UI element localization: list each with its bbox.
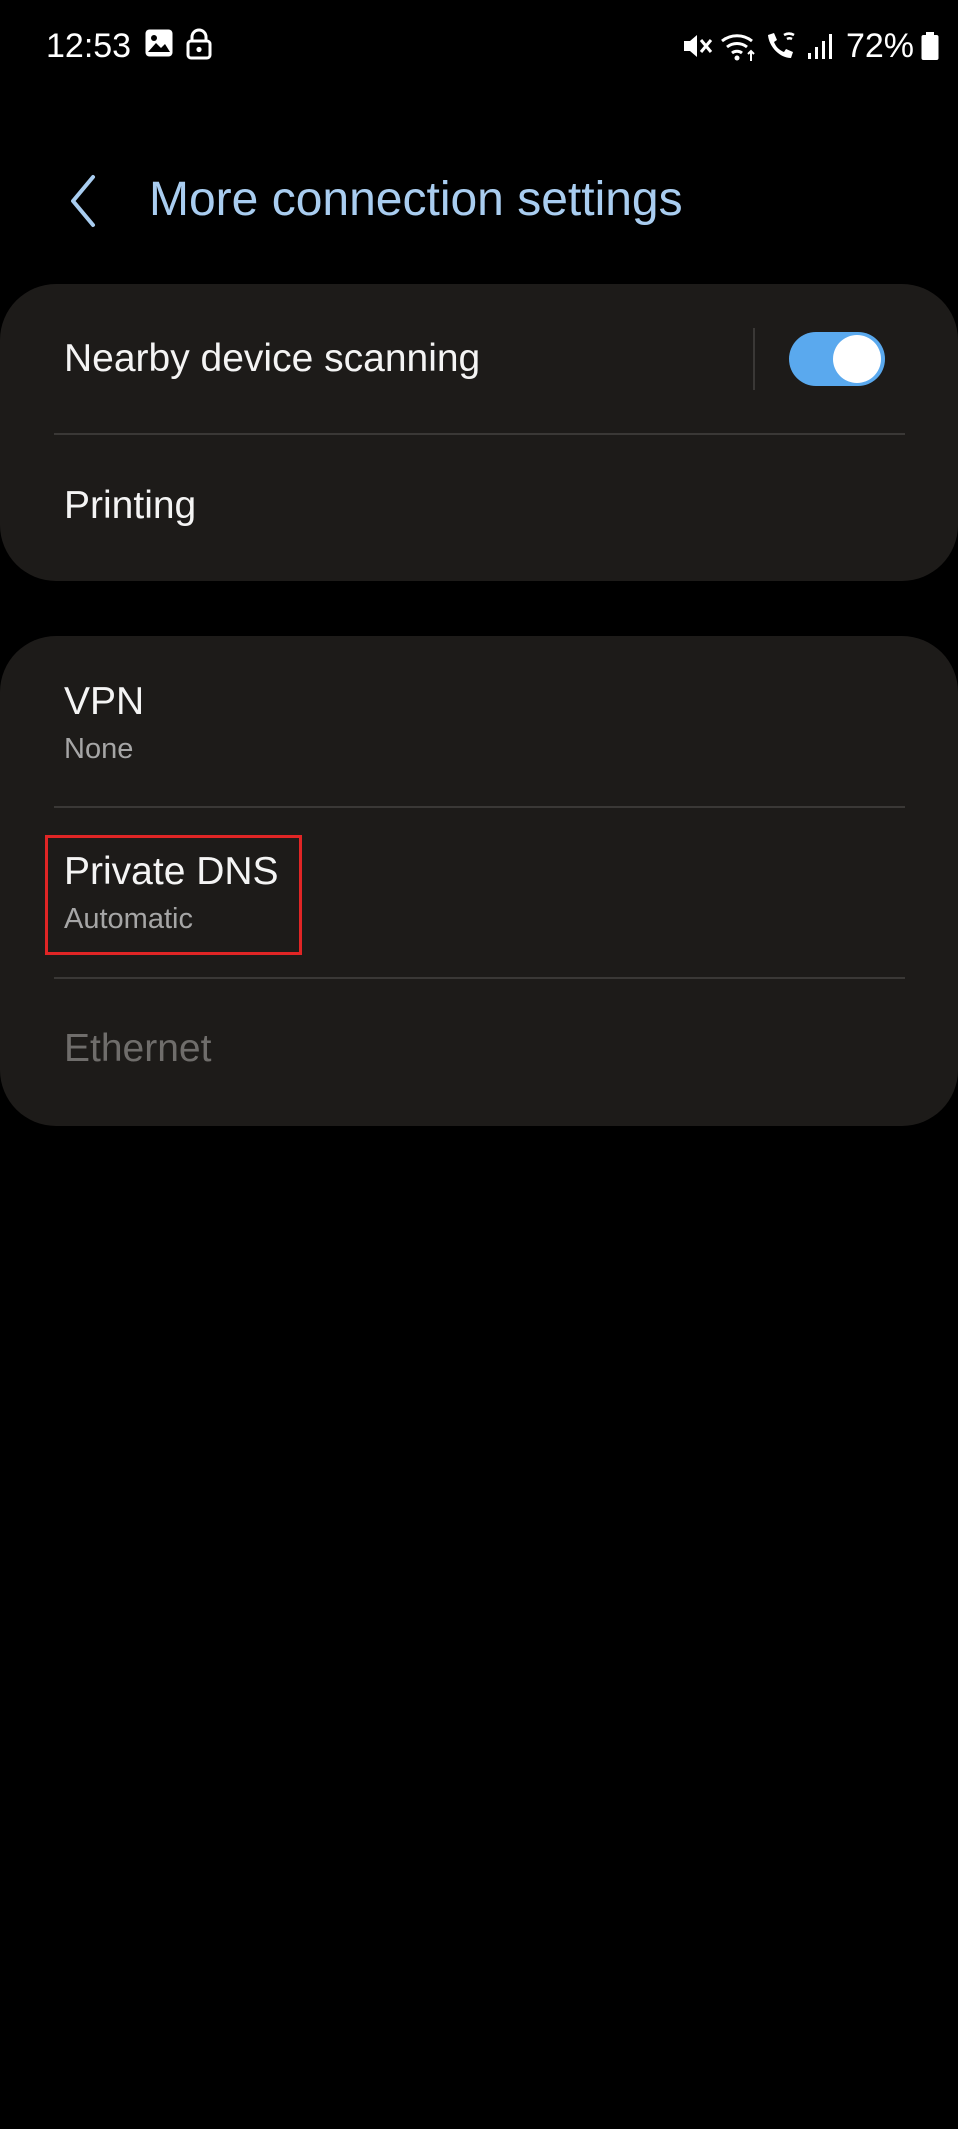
- vpn-value: None: [64, 733, 134, 765]
- header: More connection settings: [0, 150, 958, 250]
- signal-icon: [806, 29, 836, 63]
- lock-icon: [186, 28, 212, 65]
- nearby-device-scanning-toggle[interactable]: [789, 332, 885, 386]
- nearby-device-scanning-label: Nearby device scanning: [64, 337, 481, 380]
- gallery-icon: [144, 28, 174, 65]
- wifi-calling-icon: [764, 29, 800, 63]
- status-bar: 12:53 72%: [0, 0, 958, 92]
- status-right: 72%: [680, 24, 940, 68]
- printing-label: Printing: [64, 484, 197, 527]
- chevron-left-icon: [71, 175, 95, 227]
- ethernet-row: Ethernet: [0, 979, 958, 1126]
- private-dns-value: Automatic: [64, 903, 193, 935]
- status-time: 12:53: [46, 27, 132, 65]
- vpn-row[interactable]: VPN None: [0, 636, 958, 806]
- nearby-device-scanning-row[interactable]: Nearby device scanning: [0, 284, 958, 433]
- settings-card-vpn-dns-ethernet: VPN None Private DNS Automatic Ethernet: [0, 636, 958, 1126]
- toggle-separator: [753, 328, 755, 390]
- back-button[interactable]: [50, 166, 116, 236]
- page-title: More connection settings: [149, 173, 683, 226]
- vpn-label: VPN: [64, 680, 145, 723]
- ethernet-label: Ethernet: [64, 1027, 212, 1070]
- toggle-knob: [833, 335, 881, 383]
- battery-percent: 72%: [845, 27, 914, 65]
- wifi-icon: [720, 29, 758, 63]
- vibrate-mute-icon: [680, 29, 714, 63]
- printing-row[interactable]: Printing: [0, 435, 958, 581]
- private-dns-row[interactable]: Private DNS Automatic: [0, 808, 958, 977]
- battery-icon: [920, 29, 940, 63]
- settings-card-nearby-printing: Nearby device scanning Printing: [0, 284, 958, 581]
- status-left-icons: [144, 28, 212, 65]
- private-dns-label: Private DNS: [64, 850, 279, 893]
